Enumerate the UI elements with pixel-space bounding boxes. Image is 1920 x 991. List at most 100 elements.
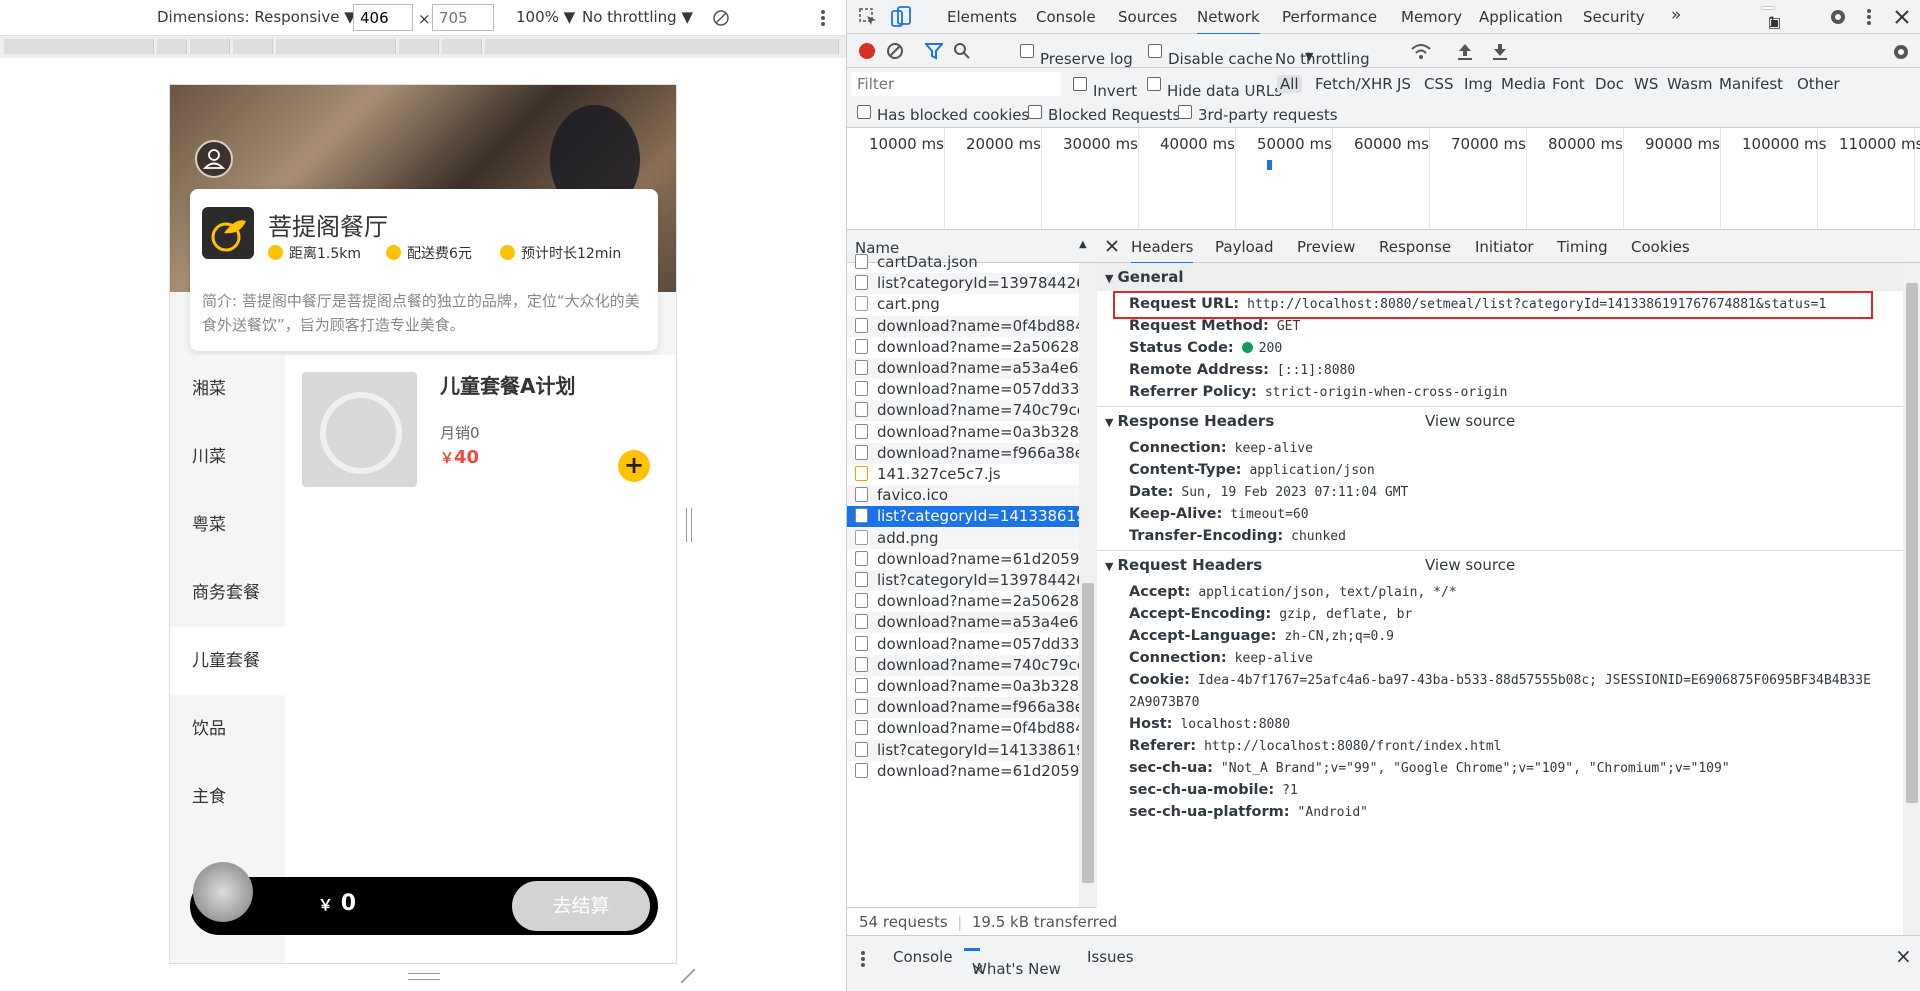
throttle-dropdown[interactable]: No throttling ▼: [582, 8, 693, 26]
request-row[interactable]: list?categoryId=14133861917: [847, 506, 1079, 528]
drawer-tab-console[interactable]: Console: [893, 948, 953, 966]
type-filter-all[interactable]: All: [1277, 75, 1302, 93]
request-row[interactable]: download?name=740c79ce-a: [847, 654, 1079, 676]
request-row[interactable]: list?categoryId=14133861917: [847, 739, 1079, 761]
rotate-icon[interactable]: [711, 8, 731, 28]
record-icon[interactable]: [858, 42, 876, 60]
request-row[interactable]: list?categoryId=13978442636: [847, 273, 1079, 295]
type-filter-other[interactable]: Other: [1797, 75, 1840, 93]
request-row[interactable]: 141.327ce5c7.js: [847, 464, 1079, 485]
network-settings-gear-icon[interactable]: [1891, 42, 1911, 62]
cart-bar[interactable]: ￥ 0 去结算: [190, 877, 658, 935]
hide-data-urls-checkbox[interactable]: Hide data URLs: [1147, 75, 1282, 100]
request-row[interactable]: add.png: [847, 527, 1079, 549]
tab-memory[interactable]: Memory: [1401, 8, 1462, 26]
type-filter-js[interactable]: JS: [1397, 75, 1411, 93]
tab-initiator[interactable]: Initiator: [1475, 238, 1534, 256]
dish-image[interactable]: [302, 372, 417, 487]
tab-elements[interactable]: Elements: [947, 8, 1017, 26]
request-row[interactable]: download?name=61d20592-.: [847, 549, 1079, 570]
tab-network[interactable]: Network: [1197, 8, 1260, 36]
media-query-bar[interactable]: [0, 36, 846, 58]
request-row[interactable]: download?name=61d20592-.: [847, 761, 1079, 782]
type-filter-css[interactable]: CSS: [1424, 75, 1454, 93]
width-input[interactable]: [353, 4, 413, 31]
type-filter-manifest[interactable]: Manifest: [1719, 75, 1783, 93]
type-filter-wasm[interactable]: Wasm: [1667, 75, 1713, 93]
category-item[interactable]: 饮品: [170, 695, 285, 763]
request-row[interactable]: download?name=f966a38e-0: [847, 697, 1079, 719]
tab-performance[interactable]: Performance: [1282, 8, 1377, 26]
device-toggle-icon[interactable]: [891, 6, 911, 28]
tab-preview[interactable]: Preview: [1297, 238, 1355, 256]
type-filter-ws[interactable]: WS: [1634, 75, 1658, 93]
type-filter-fetch-xhr[interactable]: Fetch/XHR: [1315, 75, 1393, 93]
request-row[interactable]: download?name=057dd338-e: [847, 379, 1079, 400]
zoom-dropdown[interactable]: 100% ▼: [516, 8, 575, 26]
search-icon[interactable]: [953, 42, 971, 60]
tab-timing[interactable]: Timing: [1557, 238, 1608, 256]
request-row[interactable]: download?name=0f4bd884-c: [847, 315, 1079, 337]
request-row[interactable]: download?name=a53a4e6a-3: [847, 612, 1079, 634]
issues-badge[interactable]: ▣ 1: [1761, 6, 1781, 31]
request-row[interactable]: download?name=057dd338-e: [847, 634, 1079, 655]
request-row[interactable]: list?categoryId=13978442636: [847, 570, 1079, 591]
request-list-scrollbar[interactable]: [1079, 263, 1097, 907]
type-filter-doc[interactable]: Doc: [1595, 75, 1624, 93]
inspect-element-icon[interactable]: [859, 8, 877, 26]
category-item[interactable]: 川菜: [170, 423, 285, 491]
tab-headers[interactable]: Headers: [1131, 238, 1194, 265]
import-har-icon[interactable]: [1457, 42, 1473, 60]
viewport-corner-handle[interactable]: [681, 969, 695, 983]
tab-response[interactable]: Response: [1379, 238, 1451, 256]
request-view-source-link[interactable]: View source: [1425, 556, 1515, 574]
export-har-icon[interactable]: [1492, 42, 1508, 60]
tab-cookies[interactable]: Cookies: [1631, 238, 1690, 256]
close-detail-icon[interactable]: [1106, 240, 1118, 252]
more-options-icon[interactable]: [817, 8, 829, 28]
close-drawer-icon[interactable]: ×: [1895, 944, 1912, 968]
response-view-source-link[interactable]: View source: [1425, 412, 1515, 430]
request-row[interactable]: download?name=2a50628e-7: [847, 337, 1079, 358]
filter-input[interactable]: [851, 72, 1061, 96]
add-to-cart-button[interactable]: +: [618, 450, 650, 482]
preserve-log-checkbox[interactable]: Preserve log: [1020, 42, 1133, 68]
type-filter-media[interactable]: Media: [1501, 75, 1546, 93]
request-row[interactable]: favico.ico: [847, 485, 1079, 507]
disable-cache-checkbox[interactable]: Disable cache: [1148, 42, 1273, 68]
more-tabs-icon[interactable]: »: [1671, 5, 1681, 25]
category-item[interactable]: 湘菜: [170, 355, 285, 423]
tab-payload[interactable]: Payload: [1215, 238, 1274, 256]
network-overview-timeline[interactable]: 10000 ms 20000 ms 30000 ms 40000 ms 50000 ms…: [847, 128, 1920, 230]
dish-name[interactable]: 儿童套餐A计划: [440, 370, 575, 399]
viewport-width-handle[interactable]: [686, 508, 692, 542]
tab-application[interactable]: Application: [1479, 8, 1563, 26]
request-row[interactable]: download?name=2a50628e-7: [847, 591, 1079, 612]
devtools-menu-icon[interactable]: [1864, 7, 1874, 27]
type-filter-font[interactable]: Font: [1552, 75, 1585, 93]
invert-checkbox[interactable]: Invert: [1073, 75, 1137, 100]
request-row[interactable]: download?name=0f4bd884-c: [847, 718, 1079, 739]
category-item-active[interactable]: 儿童套餐: [170, 627, 285, 695]
request-row[interactable]: download?name=0a3b3288-3: [847, 422, 1079, 443]
request-row[interactable]: cartData.json: [847, 252, 1079, 273]
category-item[interactable]: 主食: [170, 763, 285, 831]
clear-icon[interactable]: [886, 42, 904, 60]
request-row[interactable]: download?name=0a3b3288-3: [847, 676, 1079, 697]
height-input[interactable]: [432, 4, 494, 31]
viewport-height-handle[interactable]: [408, 973, 440, 980]
settings-gear-icon[interactable]: [1828, 7, 1848, 27]
user-avatar-icon[interactable]: [195, 140, 233, 178]
checkout-button[interactable]: 去结算: [512, 881, 650, 931]
general-section-toggle[interactable]: ▼ General: [1097, 263, 1903, 291]
request-row[interactable]: download?name=740c79ce-a: [847, 400, 1079, 422]
category-item[interactable]: 粤菜: [170, 491, 285, 559]
request-row[interactable]: download?name=a53a4e6a-3: [847, 358, 1079, 379]
dimensions-dropdown[interactable]: Dimensions: Responsive ▼: [157, 8, 356, 26]
request-row[interactable]: cart.png: [847, 294, 1079, 315]
close-icon[interactable]: [1893, 8, 1911, 26]
tab-sources[interactable]: Sources: [1118, 8, 1177, 26]
third-party-checkbox[interactable]: 3rd-party requests: [1178, 103, 1338, 124]
wifi-settings-icon[interactable]: [1411, 42, 1431, 60]
type-filter-img[interactable]: Img: [1464, 75, 1493, 93]
